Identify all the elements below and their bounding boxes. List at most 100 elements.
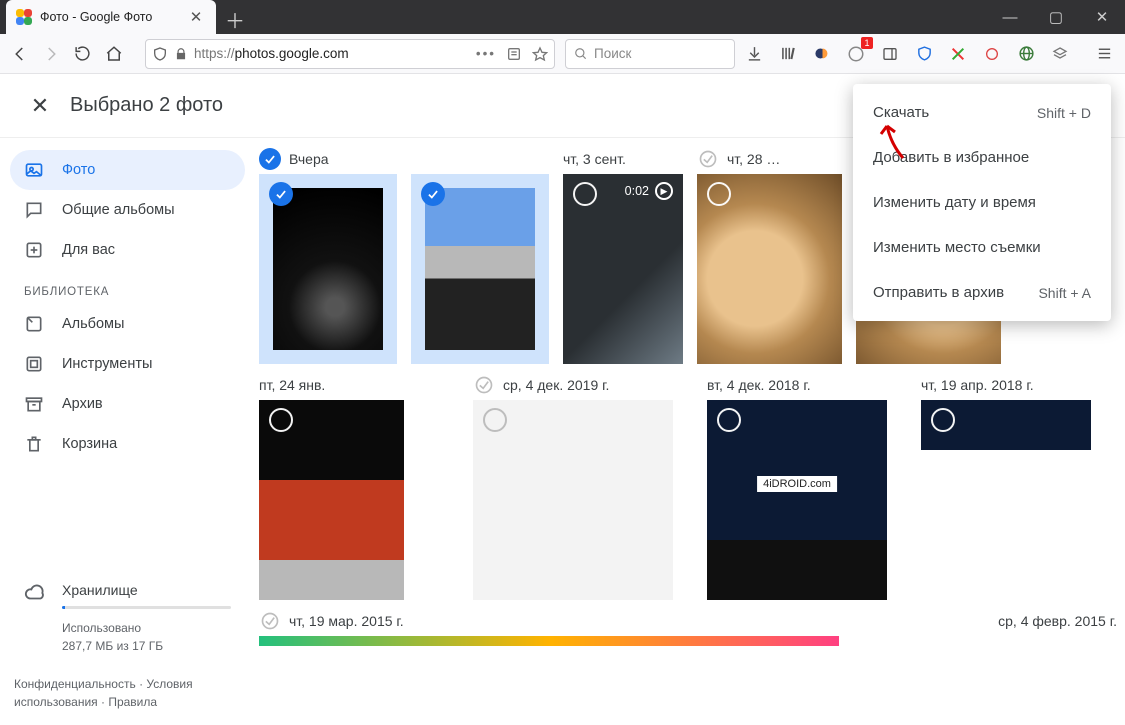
group-header[interactable]: пт, 24 янв. xyxy=(259,370,459,400)
nav-reload-button[interactable] xyxy=(69,39,96,69)
photo-thumb[interactable] xyxy=(697,174,842,364)
menu-item-archive[interactable]: Отправить в архив Shift + A xyxy=(853,270,1111,315)
sidebar-item-label: Корзина xyxy=(62,436,117,452)
sidebar-item-photos[interactable]: Фото xyxy=(10,150,245,190)
sidebar-item-label: Для вас xyxy=(62,242,115,258)
ext-ublock-icon[interactable] xyxy=(909,39,939,69)
photo-icon xyxy=(24,160,44,180)
group-header[interactable]: чт, 19 мар. 2015 г. xyxy=(259,606,839,636)
bookmark-star-icon[interactable] xyxy=(532,46,548,62)
select-check-icon[interactable] xyxy=(269,182,293,206)
group-header[interactable]: вт, 4 дек. 2018 г. xyxy=(707,370,907,400)
group-header[interactable]: чт, 19 апр. 2018 г. xyxy=(921,370,1117,400)
group-header[interactable]: чт, 3 сент. xyxy=(563,144,683,174)
footer-links: Конфиденциальность · Условия использован… xyxy=(10,665,245,717)
menu-item-shortcut: Shift + D xyxy=(1037,105,1091,121)
footer-privacy[interactable]: Конфиденциальность xyxy=(14,677,136,691)
group-header[interactable]: ср, 4 дек. 2019 г. xyxy=(473,370,693,400)
sidebar-item-archive[interactable]: Архив xyxy=(10,384,245,424)
ext-similarweb-icon[interactable] xyxy=(807,39,837,69)
select-check-icon[interactable] xyxy=(421,182,445,206)
sparkle-icon xyxy=(24,240,44,260)
photo-thumb[interactable] xyxy=(707,400,887,600)
select-circle-icon[interactable] xyxy=(483,408,507,432)
photo-thumb[interactable] xyxy=(411,174,549,364)
ext-flag-icon[interactable] xyxy=(977,39,1007,69)
hamburger-menu-button[interactable] xyxy=(1089,39,1119,69)
menu-item-download[interactable]: Скачать Shift + D xyxy=(853,90,1111,135)
select-circle-icon[interactable] xyxy=(717,408,741,432)
shield-icon[interactable] xyxy=(152,46,168,62)
select-circle-icon[interactable] xyxy=(707,182,731,206)
video-duration: 0:02 ▶ xyxy=(625,182,673,200)
page-action-dots-icon[interactable]: ••• xyxy=(476,46,496,61)
ext-stack-icon[interactable] xyxy=(1045,39,1075,69)
search-placeholder: Поиск xyxy=(594,46,631,61)
sidebar-item-label: Альбомы xyxy=(62,316,124,332)
ext-sidebar-icon[interactable] xyxy=(875,39,905,69)
ext-globe-icon[interactable] xyxy=(1011,39,1041,69)
storage-title: Хранилище xyxy=(62,582,231,598)
storage-lines: Использовано 287,7 МБ из 17 ГБ xyxy=(62,619,231,655)
window-close-button[interactable]: ✕ xyxy=(1079,0,1125,34)
menu-item-edit-date[interactable]: Изменить дату и время xyxy=(853,180,1111,225)
group-date-label: чт, 19 апр. 2018 г. xyxy=(921,377,1034,393)
sidebar-item-label: Архив xyxy=(62,396,103,412)
sidebar-item-label: Инструменты xyxy=(62,356,152,372)
nav-home-button[interactable] xyxy=(100,39,127,69)
select-circle-icon[interactable] xyxy=(269,408,293,432)
group-check-icon[interactable] xyxy=(259,148,281,170)
tab-close-button[interactable]: ✕ xyxy=(188,9,204,25)
reader-icon[interactable] xyxy=(506,46,522,62)
selection-count-text: Выбрано 2 фото xyxy=(70,94,223,117)
window-maximize-button[interactable]: ▢ xyxy=(1033,0,1079,34)
nav-forward-button[interactable] xyxy=(37,39,64,69)
window-minimize-button[interactable]: — xyxy=(987,0,1033,34)
sidebar-item-tools[interactable]: Инструменты xyxy=(10,344,245,384)
sidebar-item-shared[interactable]: Общие альбомы xyxy=(10,190,245,230)
search-bar[interactable]: Поиск xyxy=(565,39,735,69)
more-actions-menu: Скачать Shift + D Добавить в избранное И… xyxy=(853,84,1111,321)
menu-item-label: Скачать xyxy=(873,104,929,121)
video-thumb[interactable]: 0:02 ▶ xyxy=(563,174,683,364)
select-circle-icon[interactable] xyxy=(573,182,597,206)
group-header[interactable]: Вчера xyxy=(259,144,549,174)
group-date-label: чт, 3 сент. xyxy=(563,151,626,167)
footer-rules[interactable]: Правила xyxy=(108,695,157,709)
downloads-icon[interactable] xyxy=(739,39,769,69)
window-titlebar: Фото - Google Фото ✕ ＋ — ▢ ✕ xyxy=(0,0,1125,34)
photo-thumb[interactable] xyxy=(259,636,839,646)
ext-pocket-icon[interactable]: 1 xyxy=(841,39,871,69)
group-check-icon[interactable] xyxy=(259,610,281,632)
ext-badge: 1 xyxy=(861,37,873,49)
nav-back-button[interactable] xyxy=(6,39,33,69)
lock-icon[interactable] xyxy=(174,47,188,61)
group-date-label: пт, 24 янв. xyxy=(259,377,325,393)
photo-thumb[interactable] xyxy=(259,174,397,364)
google-photos-favicon xyxy=(16,9,32,25)
group-check-icon[interactable] xyxy=(697,148,719,170)
group-check-icon[interactable] xyxy=(473,374,495,396)
group-date-label: ср, 4 февр. 2015 г. xyxy=(998,613,1117,629)
menu-item-edit-location[interactable]: Изменить место съемки xyxy=(853,225,1111,270)
photo-thumb[interactable] xyxy=(921,400,1091,600)
sidebar-item-albums[interactable]: Альбомы xyxy=(10,304,245,344)
sidebar-item-label: Общие альбомы xyxy=(62,202,175,218)
ext-tools-icon[interactable] xyxy=(943,39,973,69)
group-header[interactable]: ср, 4 февр. 2015 г. xyxy=(998,606,1117,636)
photo-thumb[interactable] xyxy=(473,400,673,600)
group-date-label: чт, 28 … xyxy=(727,151,780,167)
play-icon: ▶ xyxy=(655,182,673,200)
browser-tab[interactable]: Фото - Google Фото ✕ xyxy=(6,0,216,34)
url-bar[interactable]: https://photos.google.com ••• xyxy=(145,39,555,69)
photo-thumb[interactable] xyxy=(259,400,404,600)
menu-item-favorite[interactable]: Добавить в избранное xyxy=(853,135,1111,180)
new-tab-button[interactable]: ＋ xyxy=(220,4,250,34)
sidebar-item-trash[interactable]: Корзина xyxy=(10,424,245,464)
storage-widget[interactable]: Хранилище Использовано 287,7 МБ из 17 ГБ xyxy=(10,582,245,665)
library-icon[interactable] xyxy=(773,39,803,69)
selection-close-button[interactable]: ✕ xyxy=(20,86,60,126)
sidebar-item-foryou[interactable]: Для вас xyxy=(10,230,245,270)
select-circle-icon[interactable] xyxy=(931,408,955,432)
menu-item-label: Отправить в архив xyxy=(873,284,1004,301)
